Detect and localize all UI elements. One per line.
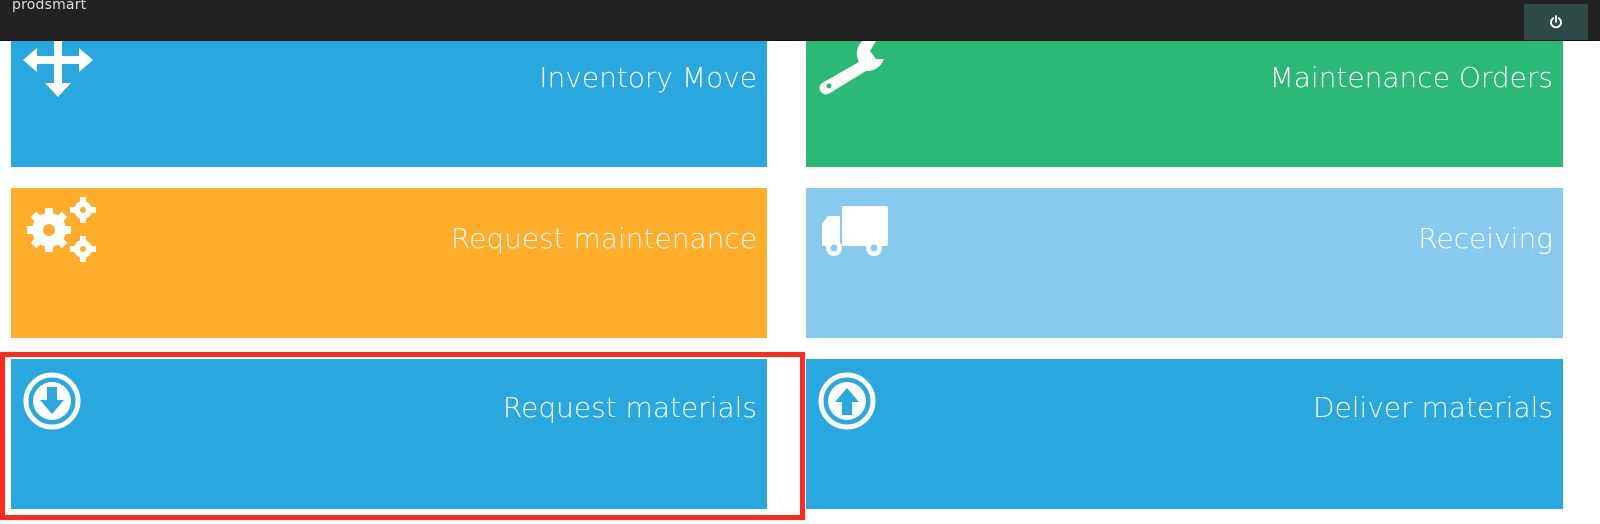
brand-logo[interactable]: prodsmart — [12, 0, 86, 13]
top-navbar: prodsmart — [0, 0, 1600, 41]
gears-icon — [23, 194, 103, 268]
tile-label: Receiving — [1418, 222, 1553, 255]
power-icon — [1550, 15, 1562, 29]
tile-label: Inventory Move — [539, 61, 757, 94]
tile-receiving[interactable]: Receiving — [806, 188, 1563, 338]
tile-inventory-move[interactable]: Inventory Move — [11, 41, 767, 167]
tile-request-maintenance[interactable]: Request maintenance — [11, 188, 767, 338]
arrow-circle-down-icon — [23, 371, 83, 435]
tile-maintenance-orders[interactable]: Maintenance Orders — [806, 41, 1563, 167]
truck-icon — [818, 204, 890, 264]
arrows-move-icon — [23, 41, 93, 101]
tile-request-materials[interactable]: Request materials — [11, 359, 767, 509]
tile-label: Request materials — [502, 391, 757, 424]
arrow-circle-up-icon — [818, 371, 878, 435]
wrench-icon — [818, 41, 888, 101]
tile-deliver-materials[interactable]: Deliver materials — [806, 359, 1563, 509]
tile-label: Maintenance Orders — [1269, 61, 1553, 94]
power-button[interactable] — [1524, 4, 1588, 40]
tile-label: Request maintenance — [450, 222, 757, 255]
tile-label: Deliver materials — [1312, 391, 1553, 424]
